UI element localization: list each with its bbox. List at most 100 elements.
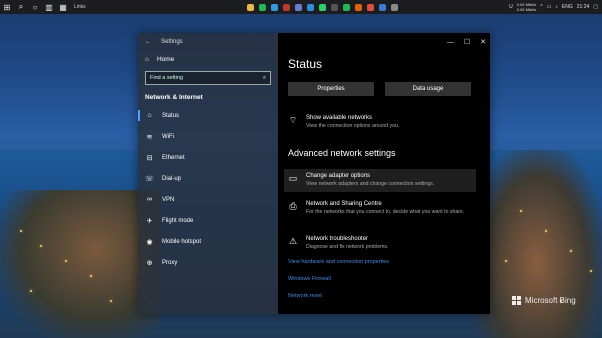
chrome-icon [366,3,374,11]
sidebar-item-proxy[interactable]: ⊕ Proxy [138,252,278,273]
network-share-icon: ⎙ [289,201,297,211]
taskbar-app-app-blue[interactable] [376,0,388,14]
proxy-icon: ⊕ [146,259,153,267]
chevron-up-icon[interactable]: ^ [540,4,542,10]
network-reset-link[interactable]: Network reset [288,293,322,299]
hardware-properties-link[interactable]: View hardware and connection properties [288,259,389,265]
sidebar-item-label: Status [162,112,180,119]
sidebar-item-wifi[interactable]: ≋ WiFi [138,126,278,147]
taskbar-app-settings[interactable] [388,0,400,14]
wallpaper-town-left [0,190,160,338]
monitor-icon: ▭ [288,173,298,183]
dialup-icon: ☏ [145,175,154,183]
bing-text: Microsoft Bing [525,296,576,305]
firefox-icon [354,3,362,11]
show-networks-link[interactable]: ⌔ Show available networks View the conne… [288,115,468,130]
wallpaper-town-right [472,150,602,338]
troubleshooter-title: Network troubleshooter [306,236,369,242]
taskbar-app-app-red[interactable] [280,0,292,14]
sidebar-nav: ⌂ Status ≋ WiFi ⊟ Ethernet ☏ Dial-up ∞ VPN ✈ Flight… [138,105,278,273]
bing-watermark: Microsoft Bing [512,296,576,305]
status-page: — ☐ ✕ Status Properties Data usage ⌔ Sho… [278,33,490,314]
sidebar-item-hotspot[interactable]: ◉ Mobile hotspot [138,231,278,252]
search-placeholder: Find a setting [150,75,184,81]
taskbar-app-firefox[interactable] [352,0,364,14]
show-networks-title: Show available networks [306,115,373,121]
network-icon[interactable]: ▭ [547,4,552,10]
sidebar-item-flight[interactable]: ✈ Flight mode [138,210,278,231]
home-link[interactable]: ⌂ Home [138,51,278,67]
taskbar-app-edge[interactable] [268,0,280,14]
settings-search-input[interactable]: Find a setting ⌕ [145,71,271,85]
adapter-desc: View network adapters and change connect… [306,181,435,187]
taskbar-app-spotify2[interactable] [340,0,352,14]
sharing-title: Network and Sharing Centre [306,201,382,207]
sharing-centre-link[interactable]: ⎙ Network and Sharing Centre For the net… [288,201,468,216]
taskbar-search-box[interactable]: Links [70,2,114,12]
vscode-icon [306,3,314,11]
advanced-heading: Advanced network settings [288,148,396,158]
window-title: Settings [161,39,183,45]
app-blue-icon [378,3,386,11]
vpn-icon: ∞ [147,196,152,203]
title-bar: ← Settings [138,33,278,51]
taskbar-app-whatsapp[interactable] [316,0,328,14]
sidebar-item-label: VPN [162,196,175,203]
sidebar-item-status[interactable]: ⌂ Status [138,105,278,126]
home-icon: ⌂ [145,55,149,63]
back-arrow-icon[interactable]: ← [145,39,151,45]
photos-icon [294,3,302,11]
widgets-icon[interactable]: ▦ [56,0,70,14]
volume-icon[interactable]: ♪ [555,4,558,10]
taskbar-app-chrome[interactable] [364,0,376,14]
close-button[interactable]: ✕ [480,38,486,46]
change-adapter-options[interactable]: ▭ Change adapter options View network ad… [284,169,476,192]
taskbar-app-photos[interactable] [292,0,304,14]
data-usage-button[interactable]: Data usage [385,82,471,96]
hotspot-icon: ◉ [146,238,153,246]
taskbar-app-explorer[interactable] [244,0,256,14]
maximize-button[interactable]: ☐ [464,38,470,46]
clock[interactable]: 21:24 [577,4,590,10]
spotify-icon [258,3,266,11]
windows-firewall-link[interactable]: Windows Firewall [288,276,331,282]
properties-button[interactable]: Properties [288,82,374,96]
sidebar-item-label: Ethernet [162,154,185,161]
adapter-title: Change adapter options [306,173,371,179]
sidebar-item-vpn[interactable]: ∞ VPN [138,189,278,210]
language-indicator[interactable]: ENG [562,4,573,10]
sidebar-item-label: Mobile hotspot [162,238,202,245]
taskbar-app-vscode[interactable] [304,0,316,14]
flight-icon: ✈ [146,217,153,225]
status-icon: ⌂ [147,112,152,119]
task-view-icon[interactable]: ▥ [42,0,56,14]
notifications-icon[interactable]: ▢ [593,4,598,10]
explorer-icon [246,3,254,11]
net-down: 0.00 Mbit/s [516,7,537,12]
minimize-button[interactable]: — [447,39,454,46]
search-icon[interactable]: ⌕ [14,0,28,14]
search-icon: ⌕ [262,74,266,81]
taskbar-app-spotify[interactable] [256,0,268,14]
wifi-list-icon: ⌔ [288,115,298,125]
app-red-icon [282,3,290,11]
troubleshooter-desc: Diagnose and fix network problems. [306,244,389,250]
settings-icon [390,3,398,11]
system-tray: U 0.00 Mbit/s 0.00 Mbit/s ^ ▭ ♪ ENG 21:2… [509,2,602,12]
sidebar-item-dialup[interactable]: ☏ Dial-up [138,168,278,189]
ethernet-icon: ⊟ [146,154,153,162]
section-heading: Network & Internet [145,94,203,101]
camera-icon [330,3,338,11]
cortana-icon[interactable]: ○ [28,0,42,14]
sidebar-item-ethernet[interactable]: ⊟ Ethernet [138,147,278,168]
start-button[interactable]: ⊞ [0,0,14,14]
troubleshooter-link[interactable]: ⚠ Network troubleshooter Diagnose and fi… [288,236,468,251]
home-label: Home [156,55,175,63]
taskbar-app-camera[interactable] [328,0,340,14]
warning-icon: ⚠ [288,236,298,246]
user-icon[interactable]: U [509,4,513,10]
edge-icon [270,3,278,11]
sidebar-item-label: Proxy [162,259,178,266]
sharing-desc: For the networks that you connect to, de… [306,209,465,215]
whatsapp-icon [318,3,326,11]
